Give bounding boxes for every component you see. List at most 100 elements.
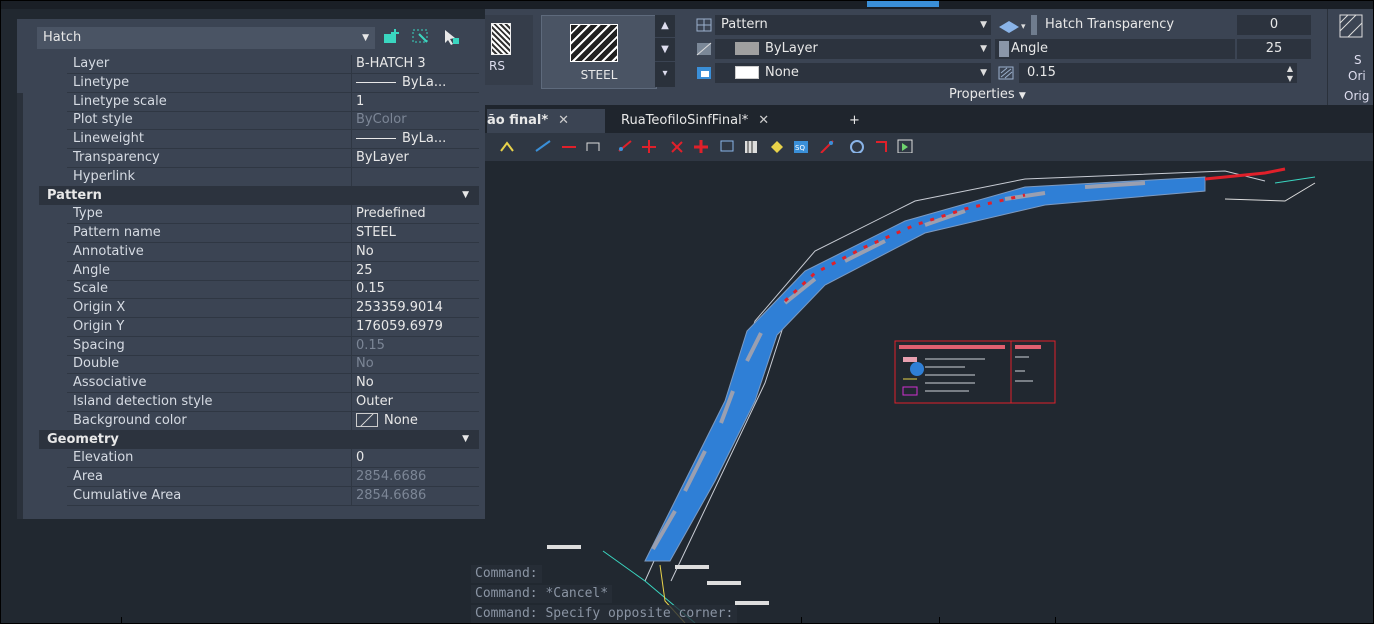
angle-value-field[interactable]: 25 — [1237, 39, 1311, 59]
properties-panel-title[interactable]: Properties ▼ — [949, 87, 1026, 102]
toggle-pickadd-icon[interactable] — [381, 28, 401, 46]
property-row[interactable]: Angle 25 — [67, 261, 479, 281]
property-row[interactable]: Elevation 0 — [67, 449, 479, 469]
tool-icon-12[interactable]: SQ — [793, 139, 809, 153]
property-value-text: 1 — [356, 93, 365, 109]
property-value[interactable]: 0.15 — [351, 280, 475, 299]
select-objects-icon[interactable] — [411, 28, 431, 46]
border-tick — [801, 617, 802, 623]
scroll-up-button[interactable]: ▲ — [655, 15, 675, 38]
pattern-gallery-item-steel[interactable]: STEEL — [541, 15, 657, 89]
tool-icon-7[interactable] — [669, 139, 685, 153]
tool-icon-5[interactable] — [617, 139, 633, 153]
property-value[interactable]: 0.15 — [351, 336, 475, 355]
tool-icon-3[interactable] — [561, 139, 577, 153]
linetype-preview — [356, 81, 396, 83]
property-value[interactable]: Predefined — [351, 205, 475, 224]
property-value[interactable]: No — [351, 355, 475, 374]
slider-handle[interactable] — [1031, 15, 1037, 35]
tab-ruateofilo[interactable]: RuaTeofiloSinfFinal* ✕ — [621, 109, 821, 133]
property-value[interactable]: 176059.6979 — [351, 317, 475, 336]
tool-icon-8[interactable] — [693, 139, 709, 153]
property-value-text: ByLa... — [402, 74, 447, 90]
chevron-down-icon: ▼ — [1018, 91, 1026, 101]
properties-title-text: Properties — [949, 87, 1015, 102]
property-value[interactable]: ByLayer — [351, 148, 475, 167]
tool-icon-14[interactable] — [849, 139, 865, 153]
property-row[interactable]: Linetype scale 1 — [67, 92, 479, 112]
tool-icon-6[interactable] — [641, 139, 657, 153]
property-value[interactable]: ByColor — [351, 111, 475, 130]
tool-icon-15[interactable] — [873, 139, 889, 153]
property-row[interactable]: Origin Y 176059.6979 — [67, 317, 479, 337]
tool-icon-11[interactable] — [769, 139, 785, 153]
property-row[interactable]: Hyperlink — [67, 167, 479, 187]
new-tab-button[interactable]: + — [849, 109, 860, 133]
drawing-hatch-road — [547, 167, 1316, 623]
property-value[interactable]: 1 — [351, 92, 475, 111]
property-value[interactable]: ByLa... — [351, 73, 475, 92]
tool-icon-1[interactable] — [499, 139, 515, 153]
property-row[interactable]: Pattern name STEEL — [67, 224, 479, 243]
property-row[interactable]: Annotative No — [67, 242, 479, 262]
hatch-color-dropdown[interactable]: ByLayer ▼ — [715, 39, 991, 59]
angle-slider[interactable]: Angle — [995, 39, 1235, 59]
property-value[interactable]: 2854.6686 — [351, 486, 475, 505]
scroll-down-button[interactable]: ▼ — [655, 39, 675, 62]
property-row[interactable]: Scale 0.15 — [67, 280, 479, 300]
property-value[interactable]: Outer — [351, 392, 475, 411]
quick-select-icon[interactable] — [441, 28, 461, 46]
property-value[interactable] — [351, 167, 475, 186]
set-origin-icon[interactable] — [1338, 13, 1366, 41]
property-value[interactable]: STEEL — [351, 224, 475, 242]
tool-icon-2[interactable] — [535, 139, 551, 153]
section-pattern[interactable]: Pattern ▼ — [39, 186, 479, 206]
drawing-toolbar: SQ — [485, 133, 1373, 161]
property-row[interactable]: Island detection style Outer — [67, 392, 479, 412]
property-row[interactable]: Double No — [67, 355, 479, 375]
tool-icon-10[interactable] — [743, 139, 759, 153]
property-row[interactable]: Area 2854.6686 — [67, 468, 479, 487]
property-row[interactable]: Plot style ByColor — [67, 111, 479, 131]
object-type-dropdown[interactable]: Hatch ▼ — [37, 27, 375, 49]
property-row[interactable]: Cumulative Area 2854.6686 — [67, 486, 479, 506]
background-color-dropdown[interactable]: None ▼ — [715, 63, 991, 83]
slider-handle[interactable] — [999, 40, 1009, 57]
close-icon[interactable]: ✕ — [558, 113, 569, 128]
hatch-type-dropdown[interactable]: Pattern ▼ — [715, 15, 991, 35]
tab-drawing-final[interactable]: ão final* ✕ — [487, 109, 605, 133]
property-row[interactable]: Type Predefined — [67, 205, 479, 225]
property-value[interactable]: No — [351, 374, 475, 392]
spinner-icon[interactable]: ▲ ▼ — [1287, 64, 1293, 84]
property-row[interactable]: Associative No — [67, 374, 479, 393]
tool-icon-16[interactable] — [897, 139, 913, 153]
property-row[interactable]: Lineweight ByLa... — [67, 130, 479, 149]
property-row[interactable]: Spacing 0.15 — [67, 336, 479, 356]
property-value[interactable]: 2854.6686 — [351, 468, 475, 486]
transparency-value-field[interactable]: 0 — [1237, 15, 1311, 35]
property-value-text: 0 — [356, 450, 365, 466]
pattern-gallery-item-prev[interactable]: RS — [485, 15, 533, 85]
tool-icon-13[interactable] — [819, 139, 835, 153]
section-geometry[interactable]: Geometry ▼ — [39, 430, 479, 450]
property-value[interactable]: 0 — [351, 449, 475, 468]
property-row[interactable]: Layer B-HATCH 3 — [67, 55, 479, 74]
property-value[interactable]: No — [351, 242, 475, 261]
gallery-expand-button[interactable]: ▾ — [655, 63, 675, 85]
property-row[interactable]: Origin X 253359.9014 — [67, 299, 479, 318]
tool-icon-9[interactable] — [719, 139, 735, 153]
property-row[interactable]: Background color None — [67, 411, 479, 431]
property-value[interactable]: 253359.9014 — [351, 299, 475, 317]
tool-icon-4[interactable] — [585, 139, 601, 153]
property-value[interactable]: None — [351, 411, 475, 430]
property-value[interactable]: ByLa... — [351, 130, 475, 148]
drawing-canvas[interactable] — [485, 161, 1373, 623]
close-icon[interactable]: ✕ — [758, 113, 769, 128]
property-row[interactable]: Transparency ByLayer — [67, 148, 479, 168]
property-value[interactable]: B-HATCH 3 — [351, 55, 475, 73]
scale-field[interactable]: 0.15 ▲ ▼ — [1019, 63, 1297, 83]
property-value[interactable]: 25 — [351, 261, 475, 280]
chevron-down-icon: ▼ — [362, 33, 369, 43]
color-swatch — [356, 413, 378, 427]
property-row[interactable]: Linetype ByLa... — [67, 73, 479, 93]
